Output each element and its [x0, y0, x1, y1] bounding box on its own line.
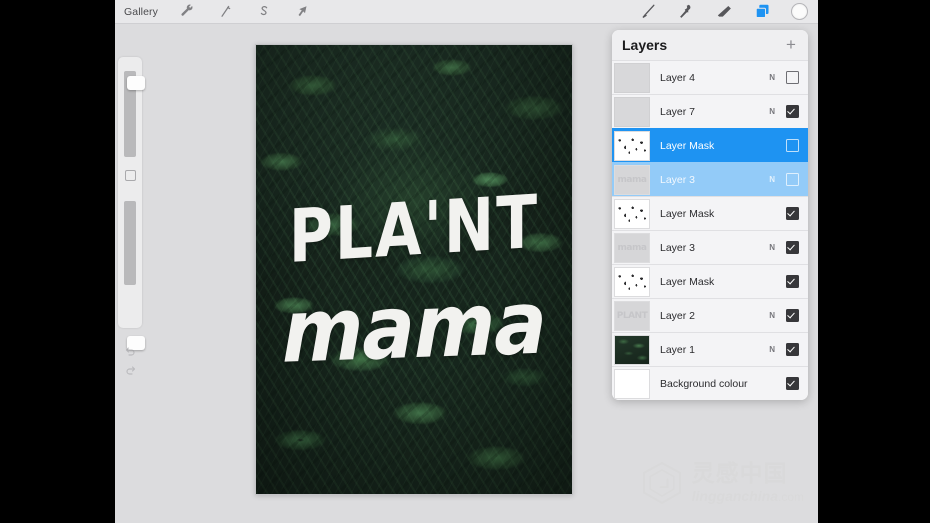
layer-visibility-checkbox[interactable]: [786, 173, 799, 186]
top-toolbar: Gallery: [115, 0, 818, 24]
layer-visibility-checkbox[interactable]: [786, 241, 799, 254]
watermark-chinese: 灵感中国: [691, 461, 788, 487]
layer-visibility-checkbox[interactable]: [786, 207, 799, 220]
redo-button[interactable]: [122, 362, 138, 377]
artwork-canvas[interactable]: PLA'NT mama: [255, 44, 573, 495]
layer-thumbnail[interactable]: mama: [614, 232, 650, 263]
smudge-icon[interactable]: [677, 3, 695, 21]
layer-visibility-checkbox[interactable]: [786, 105, 799, 118]
gallery-button[interactable]: Gallery: [124, 6, 158, 18]
adjustments-wand-icon[interactable]: [217, 3, 234, 20]
layer-name: Layer Mask: [660, 207, 715, 220]
toolbar-right-group: [639, 0, 808, 23]
watermark-domain: .com: [777, 490, 804, 504]
modify-button[interactable]: [122, 167, 138, 183]
modify-square-icon: [124, 169, 136, 181]
layer-blend-mode[interactable]: N: [769, 175, 775, 184]
toolbar-left-group: Gallery: [124, 0, 310, 23]
layer-thumbnail[interactable]: [614, 334, 650, 365]
paint-brush-icon[interactable]: [639, 3, 657, 21]
transform-arrow-icon[interactable]: [293, 3, 310, 20]
layer-visibility-checkbox[interactable]: [786, 343, 799, 356]
layer-name: Layer 7: [660, 105, 696, 118]
watermark-latin-name: lingganchina: [691, 488, 778, 504]
color-swatch-button[interactable]: [791, 3, 808, 20]
layer-blend-mode[interactable]: N: [769, 311, 775, 320]
layer-row[interactable]: Layer Mask: [612, 196, 808, 230]
layer-blend-mode[interactable]: N: [769, 243, 775, 252]
add-layer-button[interactable]: +: [783, 36, 799, 53]
layer-visibility-checkbox[interactable]: [786, 377, 799, 390]
app-window: Gallery PLA'NT mama Layers + Layer 4 N L…: [115, 0, 818, 523]
layer-thumbnail[interactable]: [614, 266, 650, 297]
artwork-text-mama: mama: [282, 272, 546, 384]
selection-icon[interactable]: [255, 3, 272, 20]
opacity-slider[interactable]: [124, 201, 145, 350]
layer-thumbnail[interactable]: [614, 198, 650, 229]
layer-visibility-checkbox[interactable]: [786, 71, 799, 84]
layer-row[interactable]: PLANT Layer 2 N: [612, 298, 808, 332]
layer-thumbnail[interactable]: [614, 130, 650, 161]
layer-name: Background colour: [660, 377, 748, 390]
layer-row[interactable]: Layer 4 N: [612, 60, 808, 94]
layer-thumbnail[interactable]: [614, 62, 650, 93]
layers-panel: Layers + Layer 4 N Layer 7 N Layer Mask mama L…: [612, 30, 808, 400]
layers-list: Layer 4 N Layer 7 N Layer Mask mama Layer 3 N La…: [612, 60, 808, 400]
watermark: 灵感中国 lingganchina.com: [640, 461, 804, 505]
eraser-icon[interactable]: [715, 3, 733, 21]
layer-row[interactable]: Layer Mask: [612, 128, 808, 162]
brush-size-slider[interactable]: [124, 71, 145, 157]
layer-thumbnail[interactable]: mama: [614, 164, 650, 195]
layer-row[interactable]: Layer Mask: [612, 264, 808, 298]
layer-visibility-checkbox[interactable]: [786, 275, 799, 288]
layer-thumbnail[interactable]: [614, 96, 650, 127]
actions-wrench-icon[interactable]: [179, 3, 196, 20]
layer-name: Layer 3: [660, 241, 696, 254]
layer-name: Layer 4: [660, 71, 696, 84]
layer-visibility-checkbox[interactable]: [786, 309, 799, 322]
watermark-text: 灵感中国 lingganchina.com: [691, 461, 804, 504]
layers-panel-title: Layers: [622, 37, 668, 53]
layer-blend-mode[interactable]: N: [769, 73, 775, 82]
watermark-latin: lingganchina.com: [692, 489, 804, 503]
brush-sidebar: [118, 57, 145, 375]
layer-blend-mode[interactable]: N: [769, 107, 775, 116]
layer-thumbnail-text: PLANT: [616, 310, 648, 321]
layer-name: Layer 3: [660, 173, 696, 186]
layer-blend-mode[interactable]: N: [769, 345, 775, 354]
lingganchina-logo-icon: [642, 461, 681, 505]
layer-thumbnail[interactable]: [614, 368, 650, 399]
layers-panel-header: Layers +: [612, 30, 808, 60]
screen: Gallery PLA'NT mama Layers + Layer 4 N L…: [0, 0, 930, 523]
undo-button[interactable]: [122, 343, 138, 358]
brush-size-knob[interactable]: [127, 76, 145, 90]
layer-name: Layer 2: [660, 309, 696, 322]
layer-row[interactable]: Layer 1 N: [612, 332, 808, 366]
layer-thumbnail-text: mama: [617, 174, 647, 185]
layer-thumbnail[interactable]: PLANT: [614, 300, 650, 331]
layer-row[interactable]: Background colour: [612, 366, 808, 400]
layer-thumbnail-text: mama: [617, 242, 647, 253]
layer-name: Layer 1: [660, 343, 696, 356]
layer-name: Layer Mask: [660, 139, 715, 152]
layer-row[interactable]: mama Layer 3 N: [612, 162, 808, 196]
layers-icon[interactable]: [753, 3, 771, 21]
layer-name: Layer Mask: [660, 275, 715, 288]
layer-row[interactable]: Layer 7 N: [612, 94, 808, 128]
layer-visibility-checkbox[interactable]: [786, 139, 799, 152]
layer-row[interactable]: mama Layer 3 N: [612, 230, 808, 264]
